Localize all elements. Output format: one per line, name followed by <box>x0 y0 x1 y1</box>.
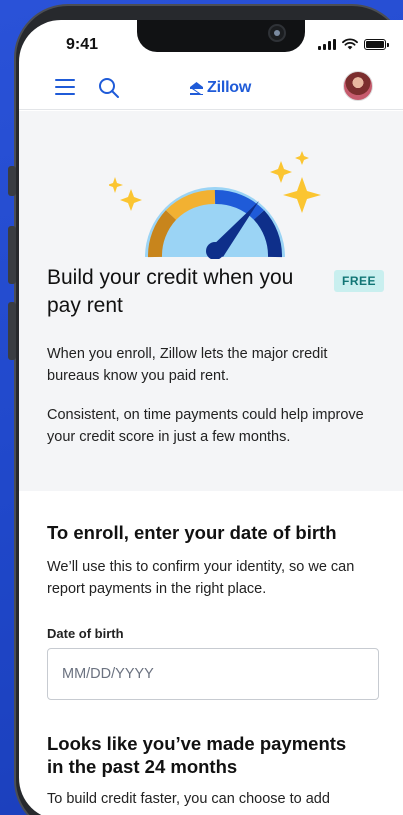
gauge-icon <box>109 151 321 259</box>
sparkle-icon <box>270 161 292 183</box>
wifi-icon <box>342 38 358 50</box>
top-nav: Zillow <box>19 66 403 110</box>
avatar[interactable] <box>343 71 373 101</box>
zillow-logo[interactable]: Zillow <box>189 79 251 97</box>
zillow-logo-icon <box>190 81 203 95</box>
sparkle-icon <box>109 177 123 193</box>
hero-paragraph-2: Consistent, on time payments could help … <box>47 407 364 445</box>
payments-title: Looks like you’ve made payments in the p… <box>47 733 347 777</box>
menu-icon[interactable] <box>55 79 75 95</box>
hero-title: Build your credit when you pay rent <box>47 266 294 317</box>
zillow-logo-text: Zillow <box>207 79 252 96</box>
hero-section: FREE Build your credit when you pay rent… <box>19 111 403 491</box>
app-screen: 9:41 Zillow FREE Build your credit when … <box>19 20 403 815</box>
signal-icon <box>318 39 336 50</box>
payments-description: To build credit faster, you can choose t… <box>47 791 330 807</box>
battery-icon <box>364 39 389 50</box>
phone-mute-switch <box>8 166 16 196</box>
hero-paragraph-1: When you enroll, Zillow lets the major c… <box>47 346 328 384</box>
phone-volume-down <box>8 302 16 360</box>
status-icons <box>318 38 389 50</box>
phone-volume-up <box>8 226 16 284</box>
status-time: 9:41 <box>66 36 99 53</box>
enroll-description: We’ll use this to confirm your identity,… <box>47 559 355 597</box>
sparkle-icon <box>120 189 142 211</box>
free-badge: FREE <box>334 270 385 292</box>
enroll-title: To enroll, enter your date of birth <box>47 522 337 543</box>
search-icon[interactable] <box>98 77 120 99</box>
sparkle-icon <box>295 151 309 165</box>
dob-label: Date of birth <box>47 626 124 641</box>
dob-input[interactable] <box>47 648 379 700</box>
sparkle-icon <box>283 177 321 213</box>
phone-notch <box>137 20 305 52</box>
camera-icon <box>268 24 286 42</box>
